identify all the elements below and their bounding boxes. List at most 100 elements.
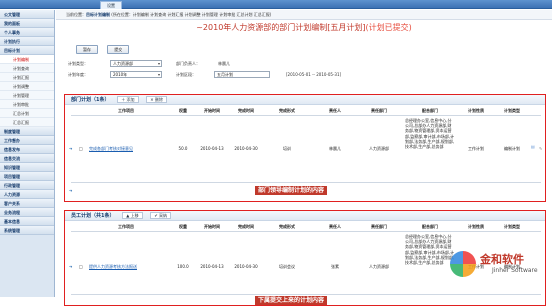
sidebar-section-16[interactable]: 信息交流 xyxy=(0,154,54,163)
row-divider xyxy=(71,182,541,183)
col-ptype: 计划类型 xyxy=(504,224,520,229)
sidebar-item-9[interactable]: 计划管理 xyxy=(0,91,54,100)
logo-mark-icon xyxy=(450,251,476,277)
sidebar-item-12[interactable]: 汇总汇报 xyxy=(0,118,54,127)
plan-year-select[interactable]: 2010年 xyxy=(110,71,162,78)
move-up-label: 上移 xyxy=(130,213,139,218)
row-checkbox[interactable]: □ xyxy=(79,146,83,151)
sidebar-section-24[interactable]: 系统管理 xyxy=(0,226,54,235)
dept-plan-title: 部门计划（1条） xyxy=(71,97,110,103)
row-weight: 100.0 xyxy=(177,264,189,269)
sidebar-item-10[interactable]: 计划审批 xyxy=(0,100,54,109)
breadcrumb-prefix: 当前位置： xyxy=(66,12,86,17)
col-nature: 计划性质 xyxy=(468,224,484,229)
col-nature: 计划性质 xyxy=(468,108,484,113)
plan-period-label: 计划区段： xyxy=(176,72,196,77)
sidebar-section-19[interactable]: 行政管理 xyxy=(0,181,54,190)
sidebar-section-15[interactable]: 信息发布 xyxy=(0,145,54,154)
sidebar-section-1[interactable]: 我的面板 xyxy=(0,19,54,28)
tab-settings[interactable]: 设置 xyxy=(100,1,122,9)
row-end: 2010-04-30 xyxy=(234,264,258,269)
sidebar-item-8[interactable]: 计划调整 xyxy=(0,82,54,91)
col-ptype: 计划类型 xyxy=(504,108,520,113)
sidebar-section-3[interactable]: 计划执行 xyxy=(0,37,54,46)
attach-icon[interactable]: ▤ xyxy=(531,144,535,149)
row-owner: 张素 xyxy=(331,264,339,269)
page-title: ~2010年人力资源部的部门计划编制[五月计划](计划已提交) xyxy=(56,22,552,36)
col-coop: 配合部门 xyxy=(422,224,438,229)
logo-cn: 金和软件 xyxy=(480,253,524,266)
row-dept: 人力资源部 xyxy=(369,146,389,151)
dept-plan-section: 部门计划（1条） ＋ 添加 ✕ 删除 工作项目 权重 开始时间 完成时间 完成形… xyxy=(64,94,546,202)
header-divider xyxy=(71,115,541,116)
add-label: 添加 xyxy=(126,97,135,102)
row-nature: 工作计划 xyxy=(468,146,484,151)
row-project-link[interactable]: 完成各部门考核对接意见 xyxy=(89,146,133,152)
col-project: 工作项目 xyxy=(118,108,134,113)
move-up-button[interactable]: ▲ 上移 xyxy=(122,212,143,219)
col-owner: 责任人 xyxy=(329,108,341,113)
arrow-right-icon[interactable]: ➔ xyxy=(69,264,72,269)
arrow-right-icon[interactable]: ➔ xyxy=(69,146,72,151)
row-start: 2010-04-13 xyxy=(200,146,224,151)
row-ptype: 编制计划 xyxy=(504,146,520,151)
col-end: 完成时间 xyxy=(238,224,254,229)
sidebar-section-14[interactable]: 工作督办 xyxy=(0,136,54,145)
logo-en: Jinher Software xyxy=(492,267,538,274)
row-dept: 人力资源部 xyxy=(369,264,389,269)
staff-watermark: 下属提交上来的计划内容 xyxy=(255,296,328,305)
sidebar-section-4[interactable]: 目标计划 xyxy=(0,46,54,55)
add-button[interactable]: ＋ 添加 xyxy=(117,96,139,103)
row-divider xyxy=(71,294,541,295)
row-end: 2010-04-30 xyxy=(234,146,258,151)
sidebar-section-22[interactable]: 业务流程 xyxy=(0,208,54,217)
page-title-main: ~2010年人力资源部的部门计划编制[五月计划] xyxy=(196,23,366,32)
jinher-logo: 金和软件 Jinher Software xyxy=(448,251,548,279)
sidebar-section-21[interactable]: 客户关系 xyxy=(0,199,54,208)
row-project-link[interactable]: 提供人力资源考核方法报送 xyxy=(89,264,137,270)
breadcrumb: 当前位置：目标计划编制 (所在位置：计划编制 计划查询 计划汇报 计划调整 计划… xyxy=(56,10,552,20)
date-range: [2010-05-01 -- 2010-05-31] xyxy=(286,72,342,77)
row-weight: 50.0 xyxy=(178,146,188,151)
sidebar-item-5[interactable]: 计划编制 xyxy=(0,55,54,64)
sidebar-item-6[interactable]: 计划查询 xyxy=(0,64,54,73)
col-end: 完成时间 xyxy=(238,108,254,113)
col-start: 开始时间 xyxy=(204,108,220,113)
sidebar-section-17[interactable]: 知识管理 xyxy=(0,163,54,172)
adopt-button[interactable]: ✔ 采纳 xyxy=(150,212,171,219)
col-weight: 权重 xyxy=(179,108,187,113)
sidebar-item-11[interactable]: 汇总计划 xyxy=(0,109,54,118)
save-draft-button[interactable]: 暂存 xyxy=(76,45,98,54)
dept-plan-table: 工作项目 权重 开始时间 完成时间 完成形式 责任人 责任部门 配合部门 计划性… xyxy=(65,106,547,201)
dept-head-value: 林晨儿 xyxy=(218,61,230,66)
sidebar-item-7[interactable]: 计划汇报 xyxy=(0,73,54,82)
main-content: 当前位置：目标计划编制 (所在位置：计划编制 计划查询 计划汇报 计划调整 计划… xyxy=(56,10,552,306)
breadcrumb-current[interactable]: 目标计划编制 xyxy=(86,12,110,17)
sidebar: 公文管理 我的面板 个人事务 计划执行 目标计划 计划编制 计划查询 计划汇报 计划调整 计划管理… xyxy=(0,10,55,297)
status-badge: (计划已提交) xyxy=(365,23,412,32)
col-weight: 权重 xyxy=(179,224,187,229)
sidebar-section-23[interactable]: 基本信息 xyxy=(0,217,54,226)
plan-year-label: 计划年度： xyxy=(68,72,88,77)
plan-period-field[interactable]: 五月计划 xyxy=(214,71,270,78)
submit-button[interactable]: 提交 xyxy=(107,45,130,54)
col-project: 工作项目 xyxy=(118,224,134,229)
row-coop: 总经理办公室,信息中心,分公司,总部办人力资源部,财务部,物资管理部,资本运营部… xyxy=(405,118,455,150)
edit-icon[interactable]: ✎ xyxy=(539,146,542,151)
col-dept: 责任部门 xyxy=(371,108,387,113)
sidebar-section-2[interactable]: 个人事务 xyxy=(0,28,54,37)
row-checkbox[interactable]: □ xyxy=(79,264,83,269)
row-start: 2010-04-13 xyxy=(200,264,224,269)
dept-head-label: 部门负责人： xyxy=(176,61,200,66)
adopt-label: 采纳 xyxy=(158,213,167,218)
plan-type-label: 计划类型： xyxy=(68,61,88,66)
delete-button[interactable]: ✕ 删除 xyxy=(146,96,167,103)
col-form: 完成形式 xyxy=(279,224,295,229)
sidebar-section-0[interactable]: 公文管理 xyxy=(0,10,54,19)
plan-type-select[interactable]: 人力资源部 xyxy=(110,60,162,67)
sidebar-section-13[interactable]: 制度管理 xyxy=(0,127,54,136)
toolbar: 暂存 提交 xyxy=(76,45,137,55)
arrow-right-icon[interactable]: ➔ xyxy=(69,188,72,193)
sidebar-section-18[interactable]: 项目管理 xyxy=(0,172,54,181)
sidebar-section-20[interactable]: 人力资源 xyxy=(0,190,54,199)
